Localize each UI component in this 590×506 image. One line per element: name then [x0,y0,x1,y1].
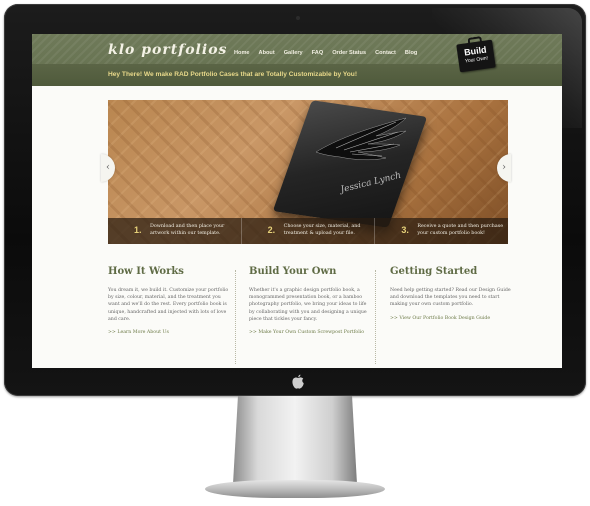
nav-item-faq[interactable]: FAQ [312,50,324,56]
step-text: Receive a quote and then purchase your c… [417,224,504,236]
site-tagline: Hey There! We make RAD Portfolio Cases t… [108,71,358,78]
step-number: 1. [134,225,142,235]
column-how-it-works: How It Works You dream it, we build it. … [108,266,232,336]
step-1: 1. Download and then place your artwork … [108,218,241,244]
step-text: Choose your size, material, and treatmen… [283,224,361,236]
column-divider [375,270,376,364]
step-number: 2. [267,225,276,235]
column-body: You dream it, we build it. Customize you… [108,288,229,322]
monitor-bezel: klo portfolios Home About Gallery FAQ Or… [4,4,586,396]
column-getting-started: Getting Started Need help getting starte… [390,266,514,322]
column-build-your-own: Build Your Own Whether it's a graphic de… [249,266,373,336]
nav-item-order-status[interactable]: Order Status [332,50,366,56]
camera-dot [296,16,300,20]
build-your-own-badge[interactable]: Build Your Own! [456,36,496,73]
main-nav: Home About Gallery FAQ Order Status Cont… [234,50,426,56]
site-logo[interactable]: klo portfolios [108,42,227,58]
design-guide-link[interactable]: >> View Our Portfolio Book Design Guide [390,315,514,322]
monitor-stand-neck [233,396,357,484]
custom-screwpost-link[interactable]: >> Make Your Own Custom Screwpost Portfo… [249,329,373,336]
nav-item-blog[interactable]: Blog [405,50,417,56]
column-heading: Getting Started [390,266,478,277]
column-heading: How It Works [108,266,184,277]
site-header: klo portfolios Home About Gallery FAQ Or… [32,34,562,86]
column-body: Need help getting started? Read our Desi… [390,288,511,308]
nav-item-contact[interactable]: Contact [375,50,396,56]
nav-item-home[interactable]: Home [234,50,250,56]
learn-more-link[interactable]: >> Learn More About Us [108,329,232,336]
steps-bar: 1. Download and then place your artwork … [108,218,508,244]
apple-logo-icon [290,374,306,390]
monitor-stand-base [205,480,385,498]
column-body: Whether it's a graphic design portfolio … [249,288,367,322]
column-heading: Build Your Own [249,266,337,277]
chevron-right-icon: › [502,162,506,173]
nav-item-about[interactable]: About [259,50,275,56]
wing-emblem [315,117,407,161]
browser-screen: klo portfolios Home About Gallery FAQ Or… [32,34,562,368]
chevron-left-icon: ‹ [106,162,110,173]
step-3: 3. Receive a quote and then purchase you… [374,218,508,244]
nav-item-gallery[interactable]: Gallery [284,50,303,56]
step-2: 2. Choose your size, material, and treat… [240,218,375,244]
step-number: 3. [401,225,409,235]
column-divider [235,270,236,364]
step-text: Download and then place your artwork wit… [150,224,225,236]
